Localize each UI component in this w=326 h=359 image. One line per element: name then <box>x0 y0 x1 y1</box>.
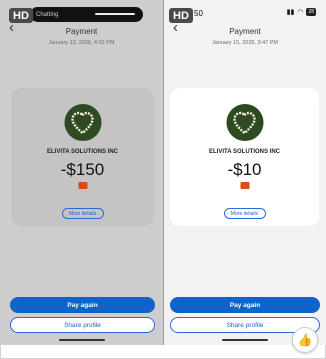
payment-amount: -$10 <box>227 160 262 179</box>
home-indicator[interactable] <box>58 339 105 341</box>
pay-again-button[interactable]: Pay again <box>10 297 155 313</box>
signal-icon: ▮▮ <box>286 9 295 16</box>
notification-bar <box>95 13 135 15</box>
wifi-icon: ◠ <box>297 9 304 16</box>
battery-icon: 28 <box>306 8 316 16</box>
more-details-button[interactable]: More details <box>61 208 104 219</box>
page-title: Payment <box>65 27 98 36</box>
more-details-button[interactable]: More details <box>223 208 266 219</box>
wreath-heart-icon <box>226 104 263 141</box>
home-indicator[interactable] <box>222 339 268 341</box>
payment-date: January 15, 2026, 3:47 PM <box>211 40 279 46</box>
merchant-name: ELIVITA SOLUTIONS INC <box>46 149 118 155</box>
notification-pill[interactable]: Chatting <box>30 7 143 22</box>
logo-svg <box>233 111 256 135</box>
hd-badge: HD <box>169 8 193 23</box>
right-screen: HD 50 ▮▮ ◠ 28 ‹ Payment January 15, 2026… <box>164 0 326 345</box>
share-profile-button[interactable]: Share profile <box>10 317 155 333</box>
flag-icon <box>78 182 87 189</box>
flag-icon <box>240 182 249 189</box>
payment-amount: -$150 <box>60 160 105 179</box>
pay-again-button[interactable]: Pay again <box>170 297 320 313</box>
payment-date: January 13, 2026, 4:02 PM <box>48 40 115 46</box>
status-icons: ▮▮ ◠ 28 <box>287 8 316 16</box>
status-time: 50 <box>194 9 203 18</box>
left-screen: HD Chatting ‹ Payment January 13, 2026, … <box>0 0 163 345</box>
hd-badge: HD <box>9 8 33 23</box>
wreath-heart-icon <box>64 104 101 141</box>
logo-svg <box>71 111 94 135</box>
merchant-name: ELIVITA SOLUTIONS INC <box>208 149 280 155</box>
payment-card: ELIVITA SOLUTIONS INC -$10 More details <box>170 88 319 226</box>
thumbs-up-icon[interactable]: 👍 <box>292 327 318 353</box>
page-title: Payment <box>229 27 261 36</box>
payment-card: ELIVITA SOLUTIONS INC -$150 More details <box>11 88 154 226</box>
notification-text: Chatting <box>36 11 59 18</box>
